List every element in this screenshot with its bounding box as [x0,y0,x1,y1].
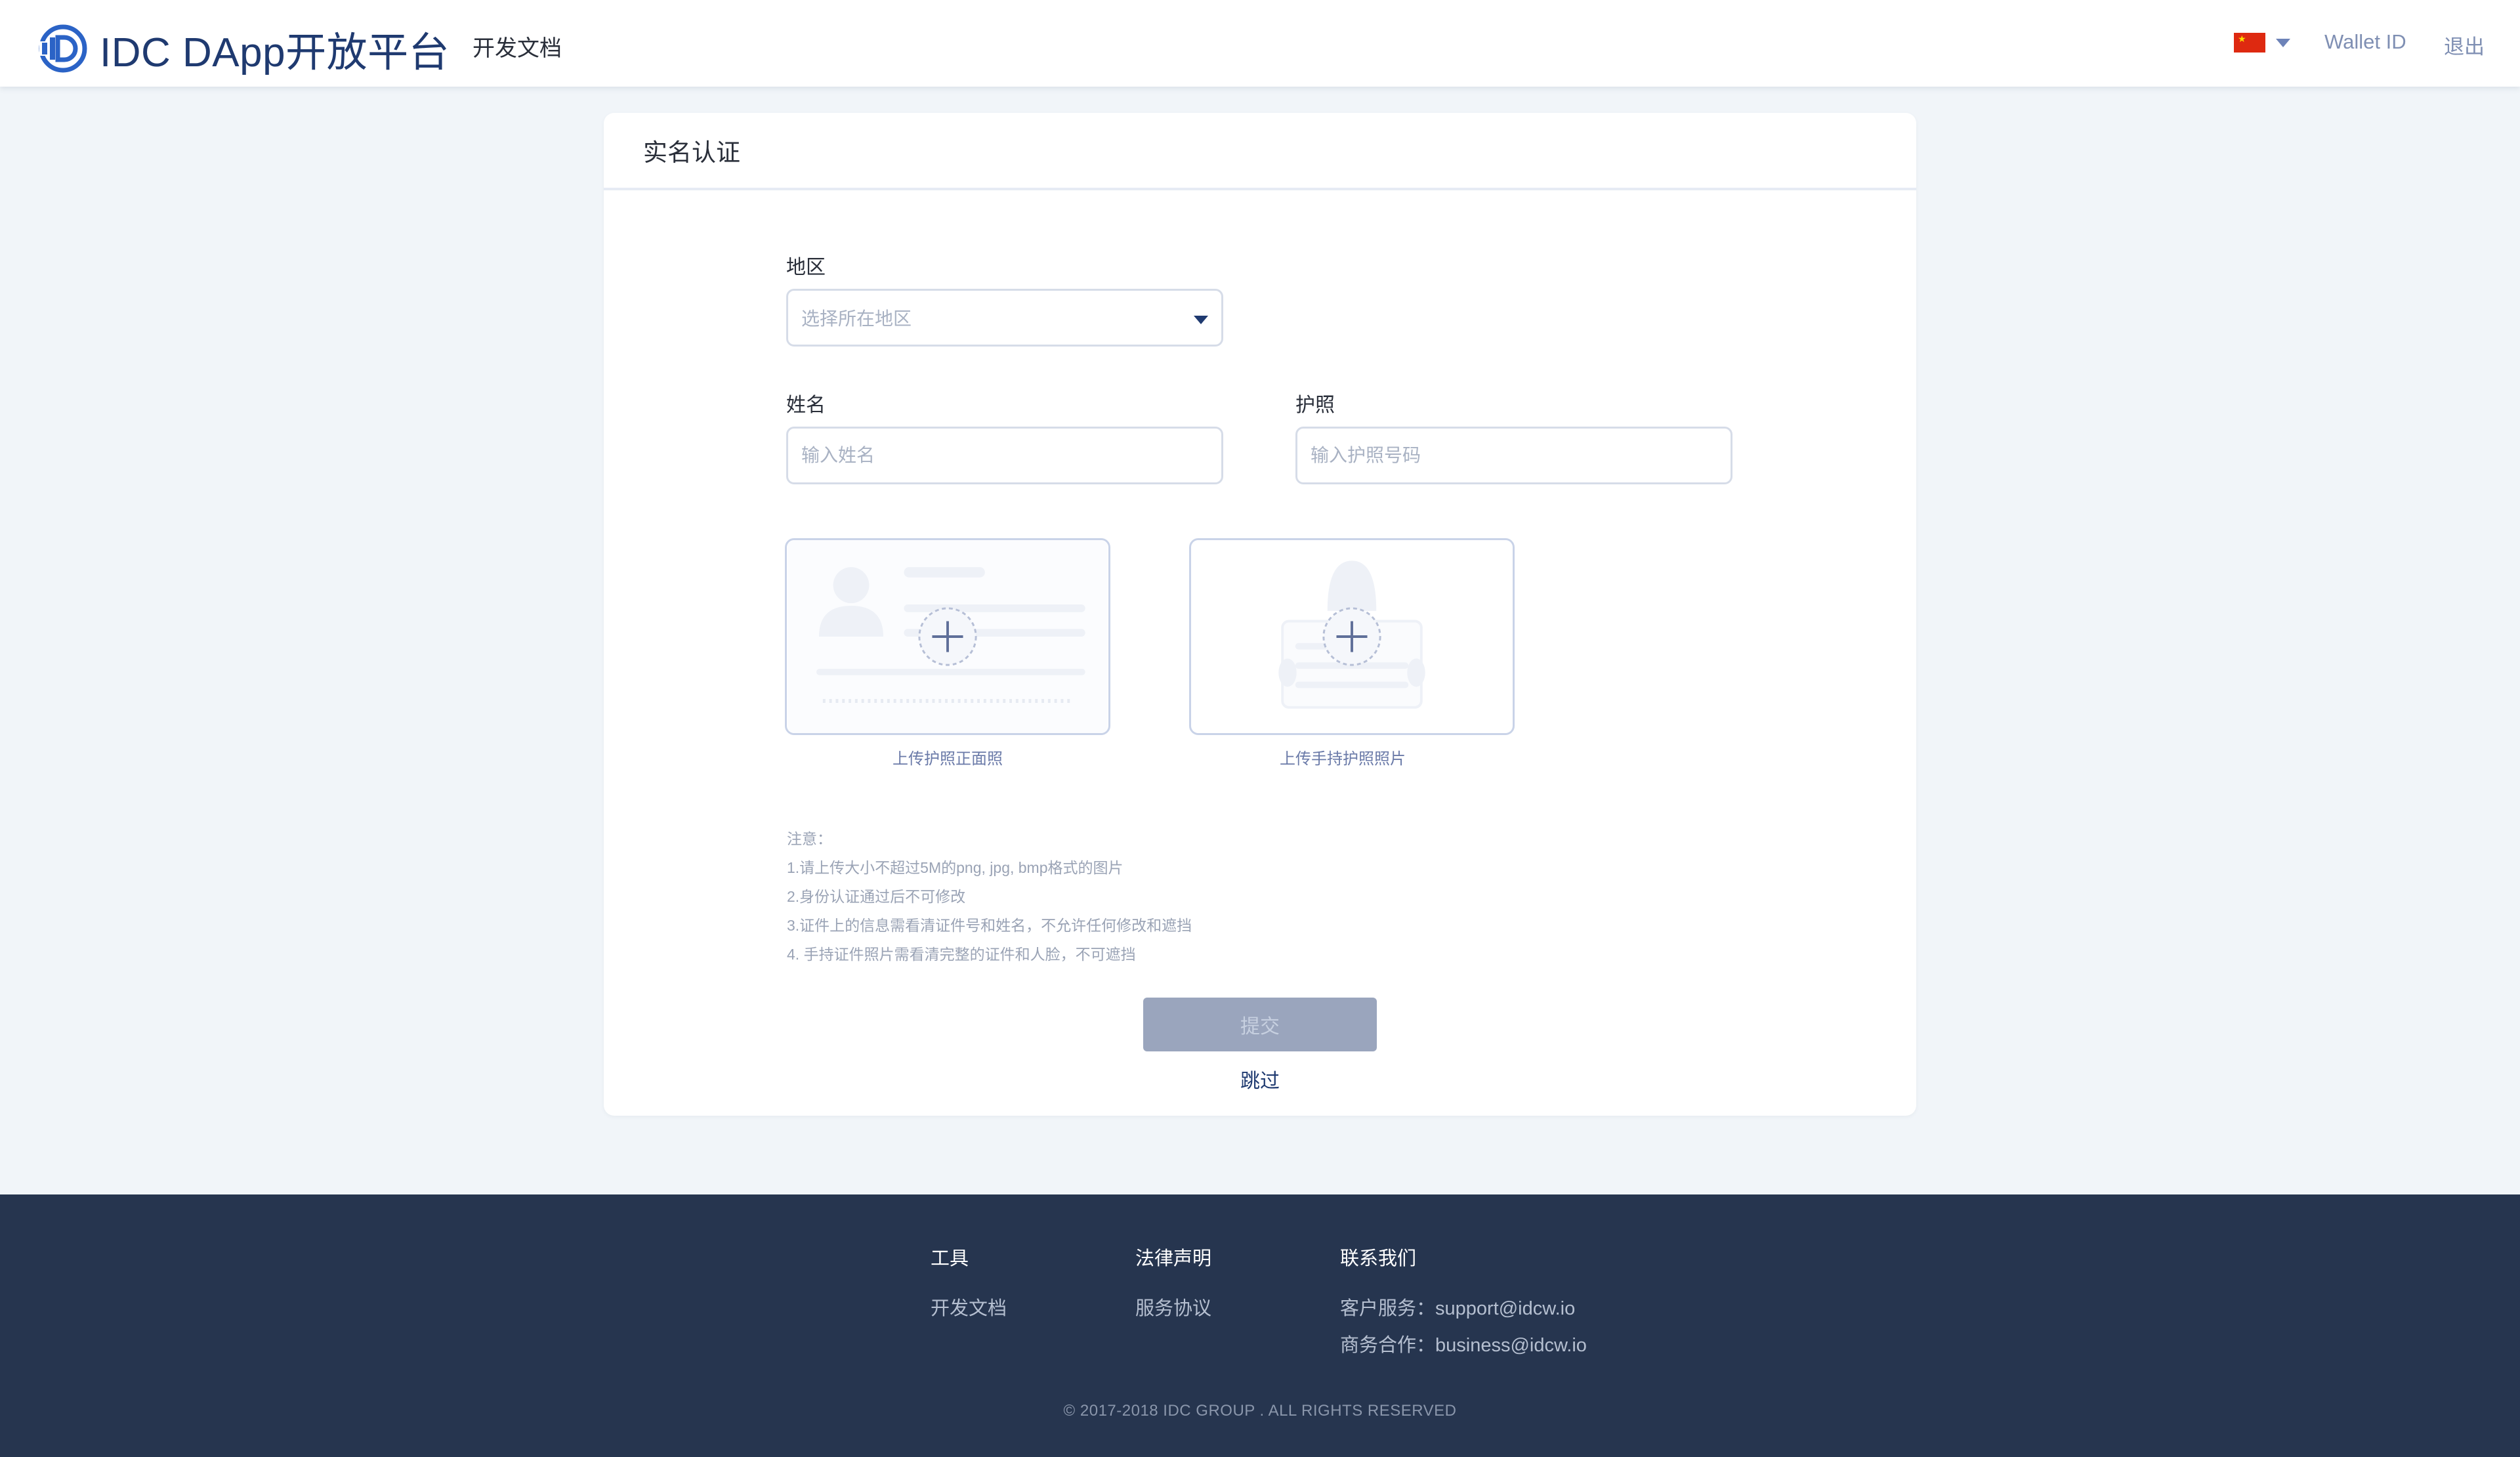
upload-passport-front[interactable] [785,538,1110,735]
note-item: 2.身份认证通过后不可修改 [787,888,966,905]
page-title: 实名认证 [643,139,740,166]
card-header: 实名认证 [604,113,1916,190]
copyright-text: © 2017-2018 IDC GROUP . ALL RIGHTS RESER… [1063,1402,1457,1420]
name-label: 姓名 [786,394,826,416]
site-footer: 工具 开发文档 法律声明 服务协议 联系我们 客户服务：support@idcw… [0,1194,2520,1457]
footer-contact-heading: 联系我们 [1340,1248,1417,1269]
passport-label: 护照 [1295,394,1335,416]
region-select[interactable]: 选择所在地区 [786,289,1223,347]
upload-holding-passport-caption: 上传手持护照照片 [1280,750,1406,768]
region-label: 地区 [786,257,826,278]
name-field-wrapper [786,427,1223,484]
upload-passport-front-caption: 上传护照正面照 [892,750,1003,768]
note-item: 1.请上传大小不超过5M的png, jpg, bmp格式的图片 [787,859,1124,876]
footer-business-email-link[interactable]: 商务合作：business@idcw.io [1340,1327,1587,1364]
holding-passport-placeholder-icon [1192,540,1512,733]
footer-dev-docs-link[interactable]: 开发文档 [931,1290,1007,1327]
footer-contact-column: 联系我们 客户服务：support@idcw.io 商务合作：business@… [1340,1243,1587,1364]
logout-link[interactable]: 退出 [2444,30,2485,60]
brand-name: IDC DApp开放平台 [100,30,450,75]
footer-tools-heading: 工具 [931,1248,969,1269]
chevron-down-icon [2276,38,2290,47]
submit-button[interactable]: 提交 [1143,998,1377,1051]
language-switcher[interactable]: ★ [2234,33,2290,53]
note-item: 4. 手持证件照片需看清完整的证件和人脸，不可遮挡 [787,946,1136,963]
verification-card: 实名认证 地区 选择所在地区 姓名 护照 上传护照正面照 [604,113,1916,1116]
idc-logo-icon [39,24,87,73]
footer-service-agreement-link[interactable]: 服务协议 [1135,1290,1211,1327]
footer-support-email-link[interactable]: 客户服务：support@idcw.io [1340,1290,1587,1327]
name-input[interactable] [801,429,1221,482]
passport-number-input[interactable] [1311,429,1731,482]
nav-dev-docs-link[interactable]: 开发文档 [472,30,562,62]
skip-link[interactable]: 跳过 [604,1065,1916,1093]
region-select-placeholder: 选择所在地区 [801,308,912,329]
select-caret-icon [1194,316,1208,324]
passport-front-placeholder-icon [788,540,1108,733]
footer-legal-column: 法律声明 服务协议 [1135,1243,1211,1327]
footer-legal-heading: 法律声明 [1135,1248,1212,1269]
note-item: 3.证件上的信息需看清证件号和姓名，不允许任何修改和遮挡 [787,917,1192,934]
upload-holding-passport[interactable] [1189,538,1515,735]
upload-notes: 注意： 1.请上传大小不超过5M的png, jpg, bmp格式的图片 2.身份… [787,824,1192,969]
china-flag-icon: ★ [2234,33,2265,53]
footer-tools-column: 工具 开发文档 [931,1243,1007,1327]
top-header: IDC DApp开放平台 开发文档 ★ Wallet ID 退出 [0,0,2520,87]
passport-field-wrapper [1295,427,1732,484]
notes-title: 注意： [787,830,832,847]
brand-logo-link[interactable]: IDC DApp开放平台 [38,19,450,78]
wallet-id-link[interactable]: Wallet ID [2324,30,2406,54]
